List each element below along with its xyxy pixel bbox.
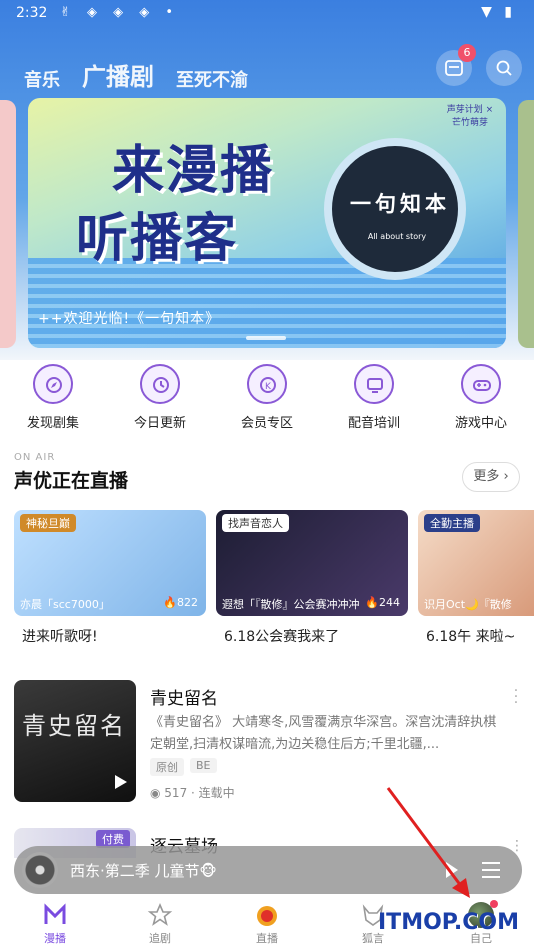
drama-stats: ◉ 517 · 连载中: [150, 786, 235, 800]
banner-title-line1: 来漫播: [112, 141, 275, 201]
banner-disc-subtitle: All about story: [367, 232, 427, 241]
training-icon: [354, 364, 394, 404]
drama-tag: BE: [190, 758, 217, 773]
nav-label: 漫播: [44, 932, 66, 945]
live-card-tag: 神秘旦巅: [20, 514, 76, 532]
live-card-name: 遐想「『散修』公会赛冲冲冲: [222, 598, 360, 611]
live-card-caption: 6.18公会赛我来了: [224, 629, 340, 645]
nav-manbo[interactable]: 漫播: [20, 902, 90, 946]
live-card-tag: 找声音恋人: [222, 514, 289, 532]
tab-radio-drama[interactable]: 广播剧: [82, 57, 154, 92]
quick-entry-discover[interactable]: 发现剧集: [8, 364, 98, 431]
live-card[interactable]: 神秘旦巅 亦晨「scc7000」 🔥822: [14, 510, 206, 616]
mail-badge: 6: [458, 44, 476, 62]
vinyl-disc-icon: [22, 852, 58, 888]
star-icon: [147, 902, 173, 928]
promo-banner[interactable]: 来漫播 听播客 一句知本 All about story 声芽计划 × 芒竹萌芽…: [28, 98, 506, 348]
discover-icon: [33, 364, 73, 404]
calendar-update-icon: [140, 364, 180, 404]
banner-disc-title: 一句知本: [350, 192, 450, 216]
banner-prev-peek[interactable]: [0, 100, 16, 348]
quick-entry-vip[interactable]: K 会员专区: [222, 364, 312, 431]
quick-entry-label: 会员专区: [240, 416, 293, 431]
top-tab-bar: 音乐 广播剧 至死不渝: [24, 52, 248, 92]
status-bar: 2:32 ✌ ◈ ◈ ◈ • ▼ ▮: [0, 0, 534, 28]
banner-title-line2: 听播客: [76, 209, 239, 269]
tab-music[interactable]: 音乐: [24, 66, 60, 92]
banner-disc: 一句知本 All about story: [324, 138, 466, 280]
search-icon: [496, 60, 512, 76]
drama-cover: 青史留名: [14, 680, 136, 802]
nav-label: 追剧: [149, 932, 171, 945]
banner-logo-badge: 声芽计划 × 芒竹萌芽: [446, 105, 494, 128]
banner-page-indicator: [246, 336, 286, 340]
live-card[interactable]: 找声音恋人 遐想「『散修』公会赛冲冲冲 🔥244: [216, 510, 408, 616]
nav-live[interactable]: 直播: [232, 902, 302, 946]
live-card-caption: 进来听歌呀!: [22, 629, 98, 645]
drama-tag: 原创: [150, 758, 184, 776]
play-icon[interactable]: [110, 772, 130, 792]
player-title: 西东·第二季 儿童节🐵: [70, 862, 217, 880]
quick-entry-label: 今日更新: [133, 416, 186, 431]
quick-entry-label: 发现剧集: [26, 416, 79, 431]
playlist-icon[interactable]: [480, 860, 502, 880]
status-time: 2:32: [16, 5, 48, 21]
live-card-name: 亦晨「scc7000」: [20, 598, 110, 611]
section-eyebrow: ON AIR: [14, 452, 56, 463]
quick-entry-games[interactable]: 游戏中心: [436, 364, 526, 431]
banner-next-peek[interactable]: [518, 100, 534, 348]
wifi-battery-icons: ▼ ▮: [481, 4, 516, 20]
live-icon: [254, 902, 280, 928]
heat-value: 822: [177, 596, 198, 609]
quick-entry-row: 发现剧集 今日更新 K 会员专区 配音培训 游戏中心: [0, 364, 534, 434]
drama-list-item[interactable]: 青史留名 青史留名 《青史留名》 大靖寒冬,风雪覆满京华深宫。深宫沈清辞执棋定朝…: [14, 680, 522, 804]
section-title: 声优正在直播: [14, 470, 129, 492]
quick-entry-training[interactable]: 配音培训: [329, 364, 419, 431]
nav-follow[interactable]: 追剧: [125, 902, 195, 946]
more-label: 更多: [473, 469, 500, 484]
drama-title: 青史留名: [150, 689, 218, 709]
mini-player[interactable]: 西东·第二季 儿童节🐵: [14, 846, 522, 894]
search-button[interactable]: [486, 50, 522, 86]
banner-sea-graphic: [28, 258, 506, 348]
drama-description: 《青史留名》 大靖寒冬,风雪覆满京华深宫。深宫沈清辞执棋定朝堂,扫清权谋暗流,为…: [150, 715, 497, 752]
more-button[interactable]: 更多 ›: [462, 462, 520, 492]
quick-entry-today[interactable]: 今日更新: [115, 364, 205, 431]
live-card-heat: 🔥244: [365, 596, 400, 609]
gamepad-icon: [461, 364, 501, 404]
live-card-caption: 6.18午 来啦~: [426, 629, 516, 645]
banner-caption: ++欢迎光临!《一句知本》: [38, 311, 221, 327]
more-options-icon[interactable]: · · ·: [510, 684, 522, 710]
live-card-name: 识月Oct🌙『散修: [424, 598, 512, 611]
live-card[interactable]: 全勤主播 识月Oct🌙『散修: [418, 510, 534, 616]
play-icon[interactable]: [444, 860, 460, 880]
drama-cover-text: 青史留名: [22, 712, 126, 740]
mail-icon: [445, 60, 463, 76]
drama-stats-value: 517 · 连载中: [164, 786, 235, 800]
quick-entry-label: 游戏中心: [454, 416, 507, 431]
quick-entry-label: 配音培训: [347, 416, 400, 431]
nav-label: 直播: [256, 932, 278, 945]
tab-zhisi-buyu[interactable]: 至死不渝: [176, 66, 248, 92]
notification-dot: [490, 900, 498, 908]
vip-icon: K: [247, 364, 287, 404]
live-card-heat: 🔥822: [163, 596, 198, 609]
heat-value: 244: [379, 596, 400, 609]
watermark: ITMOP.COM: [378, 910, 519, 935]
live-card-tag: 全勤主播: [424, 514, 480, 532]
notification-icons: ✌ ◈ ◈ ◈ •: [60, 5, 180, 20]
manbo-icon: [42, 902, 68, 928]
